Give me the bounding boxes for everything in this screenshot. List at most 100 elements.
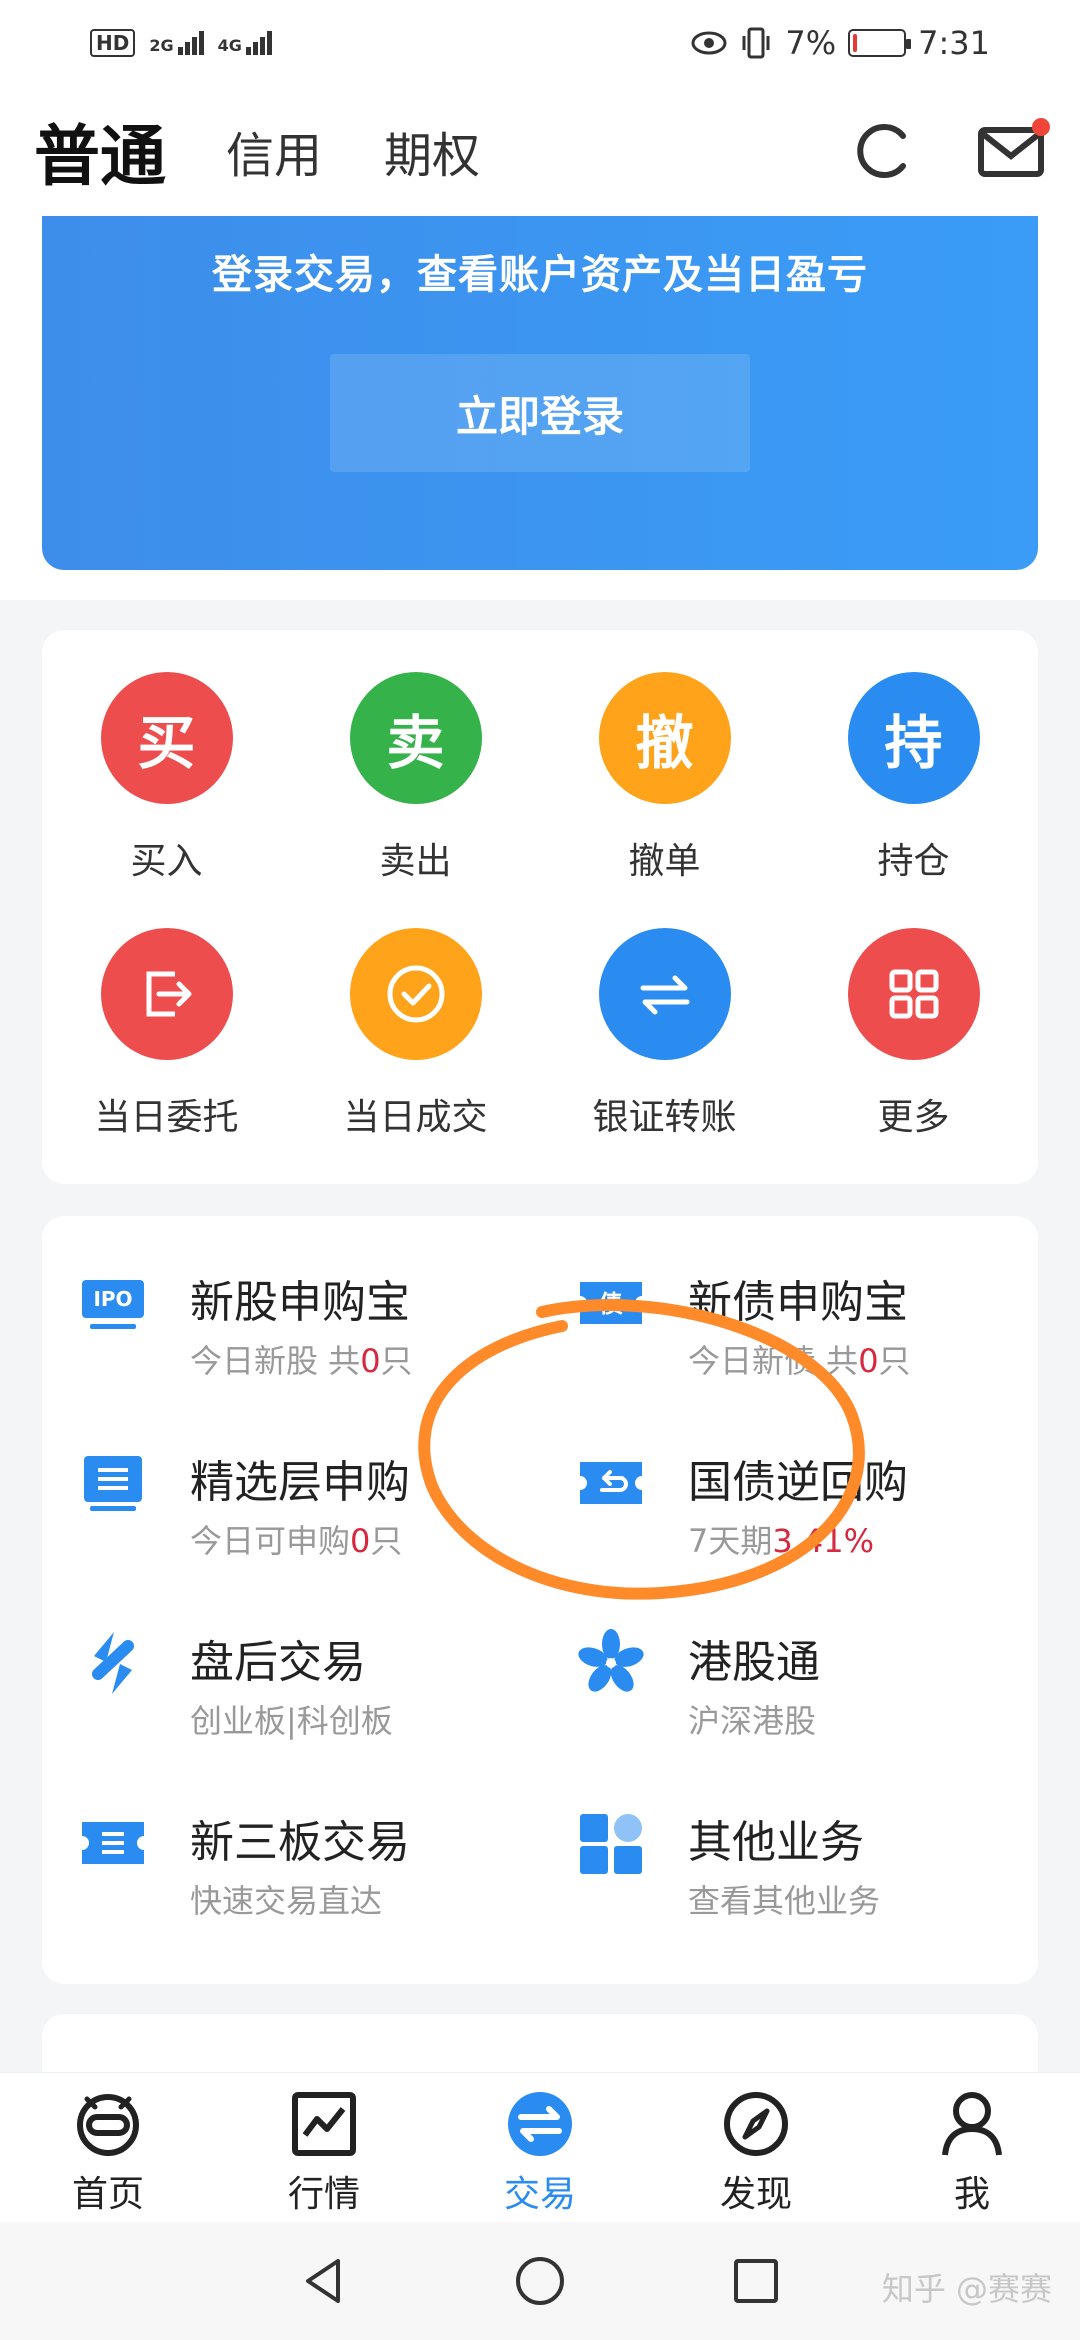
select-tier-subtitle: 今日可申购0只: [190, 1522, 403, 1560]
hk-connect-title: 港股通: [688, 1637, 820, 1688]
header-actions: [848, 116, 1050, 186]
positions-button[interactable]: 持 持仓: [789, 672, 1038, 884]
bond-ipo-service[interactable]: 债 新债申购宝 今日新债 共0只: [540, 1216, 1038, 1396]
other-grid-icon: [580, 1814, 642, 1874]
bank-transfer-button[interactable]: 银证转账: [540, 928, 789, 1140]
tab-normal[interactable]: 普通: [34, 103, 166, 199]
bond-ipo-subtitle: 今日新债 共0只: [688, 1342, 911, 1380]
select-tier-title: 精选层申购: [190, 1457, 410, 1508]
home-circle-icon[interactable]: [512, 2253, 568, 2309]
sell-button[interactable]: 卖 卖出: [291, 672, 540, 884]
hk-connect-service[interactable]: 港股通 沪深港股: [540, 1576, 1038, 1756]
compass-icon: [724, 2092, 788, 2156]
battery-percent: 7%: [785, 24, 837, 62]
battery-icon: [848, 29, 912, 57]
neeq-ticket-icon: [82, 1822, 144, 1864]
signal-icon: 2G: [149, 31, 204, 55]
bond-ipo-title: 新债申购宝: [688, 1277, 908, 1328]
banner-section: 登录交易，查看账户资产及当日盈亏 立即登录: [0, 216, 1080, 600]
recents-square-icon[interactable]: [728, 2253, 784, 2309]
today-orders-button[interactable]: 当日委托: [42, 928, 291, 1140]
buy-button[interactable]: 买 买入: [42, 672, 291, 884]
other-business-service[interactable]: 其他业务 查看其他业务: [540, 1756, 1038, 1936]
nav-trade[interactable]: 交易: [432, 2073, 648, 2222]
exit-box-icon: [100, 928, 233, 1060]
bond-ticket-icon: 债: [580, 1282, 642, 1324]
today-orders-label: 当日委托: [94, 1097, 239, 1138]
nav-discover[interactable]: 发现: [648, 2073, 864, 2222]
refresh-icon[interactable]: [848, 116, 918, 186]
cancel-order-button[interactable]: 撤 撤单: [540, 672, 789, 884]
mail-icon[interactable]: [976, 116, 1050, 186]
select-tier-service[interactable]: 精选层申购 今日可申购0只: [42, 1396, 540, 1576]
cancel-order-icon: 撤: [598, 672, 731, 804]
status-left: HD 2G 4G: [90, 29, 272, 57]
list-doc-icon: [84, 1456, 142, 1511]
more-button[interactable]: 更多: [789, 928, 1038, 1140]
neeq-title: 新三板交易: [190, 1817, 410, 1868]
ipo-subtitle: 今日新股 共0只: [190, 1342, 413, 1380]
person-icon: [942, 2092, 1002, 2156]
check-circle-icon: [349, 928, 482, 1060]
trade-exchange-icon: [508, 2092, 572, 2156]
nav-home[interactable]: 首页: [0, 2073, 216, 2222]
nav-me[interactable]: 我: [864, 2073, 1080, 2222]
other-business-title: 其他业务: [688, 1817, 864, 1868]
status-bar: HD 2G 4G 7% 7:31: [0, 0, 1080, 86]
sim1-label: 2G: [149, 36, 174, 55]
after-hours-title: 盘后交易: [190, 1637, 366, 1688]
ipo-service[interactable]: IPO 新股申购宝 今日新股 共0只: [42, 1216, 540, 1396]
reverse-repo-subtitle: 7天期3.41%: [688, 1522, 875, 1560]
positions-icon: 持: [847, 672, 980, 804]
neeq-subtitle: 快速交易直达: [190, 1882, 383, 1920]
positions-label: 持仓: [877, 841, 950, 882]
nav-market-label: 行情: [287, 2174, 360, 2215]
sell-label: 卖出: [379, 841, 452, 882]
sim2-label: 4G: [217, 36, 242, 55]
cancel-order-label: 撤单: [628, 841, 701, 882]
reverse-repo-service[interactable]: 国债逆回购 7天期3.41%: [540, 1396, 1038, 1576]
back-triangle-icon[interactable]: [296, 2253, 352, 2309]
grid-icon: [847, 928, 980, 1060]
buy-label: 买入: [130, 841, 203, 882]
login-button[interactable]: 立即登录: [330, 354, 750, 472]
today-deals-label: 当日成交: [343, 1097, 488, 1138]
repo-ticket-icon: [580, 1462, 642, 1504]
other-business-subtitle: 查看其他业务: [688, 1882, 881, 1920]
transfer-arrows-icon: [598, 928, 731, 1060]
today-deals-button[interactable]: 当日成交: [291, 928, 540, 1140]
sell-icon: 卖: [349, 672, 482, 804]
nav-home-label: 首页: [71, 2174, 144, 2215]
bank-transfer-label: 银证转账: [592, 1097, 737, 1138]
status-right: 7% 7:31: [691, 24, 990, 62]
hd-badge: HD: [90, 29, 136, 57]
nav-trade-label: 交易: [503, 2174, 576, 2215]
login-banner: 登录交易，查看账户资产及当日盈亏 立即登录: [42, 216, 1038, 570]
nav-discover-label: 发现: [719, 2174, 792, 2215]
after-hours-service[interactable]: 盘后交易 创业板|科创板: [42, 1576, 540, 1756]
bond-icon-text: 债: [599, 1290, 623, 1318]
nav-me-label: 我: [953, 2174, 990, 2215]
neeq-service[interactable]: 新三板交易 快速交易直达: [42, 1756, 540, 1936]
reverse-repo-title: 国债逆回购: [688, 1457, 908, 1508]
tab-options[interactable]: 期权: [384, 116, 480, 186]
vibrate-icon: [742, 27, 770, 59]
services-card: IPO 新股申购宝 今日新股 共0只 债 新债申购宝 今日新债 共0只 精选层申…: [42, 1216, 1038, 1984]
system-nav-bar: 知乎 @赛赛: [0, 2222, 1080, 2340]
ipo-icon: IPO: [82, 1280, 144, 1329]
clock: 7:31: [918, 24, 990, 62]
ipo-icon-text: IPO: [93, 1287, 132, 1311]
signal-icon-2: 4G: [218, 31, 272, 55]
after-hours-subtitle: 创业板|科创板: [190, 1702, 393, 1740]
market-chart-icon: [292, 2092, 356, 2156]
hk-connect-subtitle: 沪深港股: [688, 1702, 817, 1740]
header: 普通 信用 期权: [0, 86, 1080, 216]
quick-actions-card: 买 买入 卖 卖出 撤 撤单 持 持仓 当日委托 当日成交 银证转账 更多: [42, 630, 1038, 1184]
banner-text: 登录交易，查看账户资产及当日盈亏: [212, 252, 868, 298]
watermark: 知乎 @赛赛: [881, 2270, 1052, 2308]
ipo-title: 新股申购宝: [190, 1277, 410, 1328]
nav-market[interactable]: 行情: [216, 2073, 432, 2222]
eye-icon: [691, 31, 727, 55]
tab-credit[interactable]: 信用: [226, 116, 322, 186]
more-label: 更多: [877, 1097, 950, 1138]
